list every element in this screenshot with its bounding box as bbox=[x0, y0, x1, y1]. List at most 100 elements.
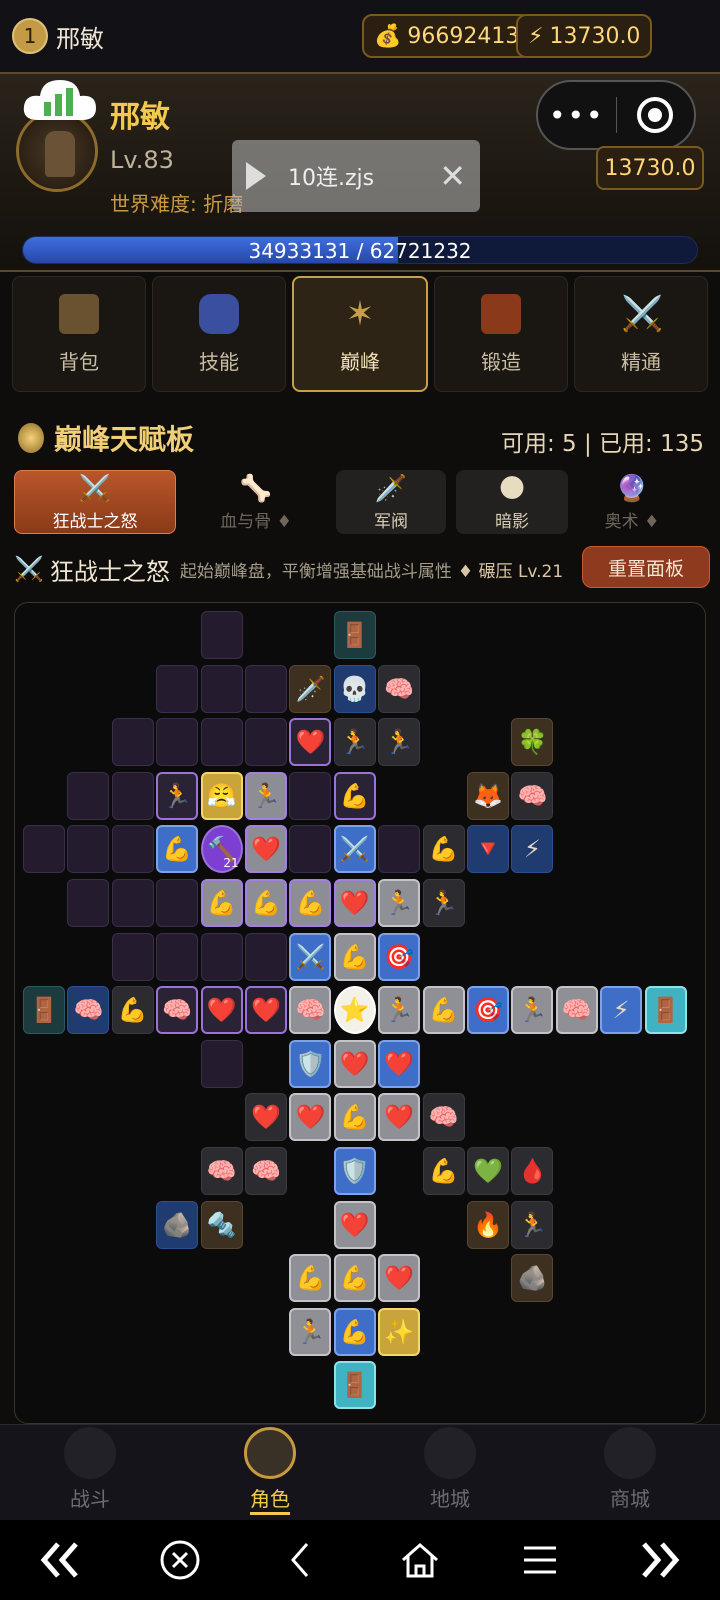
talent-node[interactable]: 🏃 bbox=[378, 986, 421, 1035]
talent-node[interactable]: 💪 bbox=[200, 879, 243, 927]
talent-node[interactable]: ❤️ bbox=[289, 718, 332, 767]
talent-node[interactable]: 🎯 bbox=[467, 986, 509, 1035]
talent-node[interactable]: 💪 bbox=[245, 879, 287, 927]
talent-node[interactable]: 🔨 21 bbox=[200, 825, 243, 874]
talent-node[interactable]: 🛡️ bbox=[333, 1147, 376, 1195]
talent-node[interactable]: 🪨 bbox=[156, 1200, 199, 1249]
talent-node[interactable]: ❤️ bbox=[289, 1093, 332, 1142]
talent-node[interactable]: ⚡ bbox=[511, 825, 554, 874]
talent-node[interactable]: 🩸 bbox=[511, 1147, 554, 1195]
empty-node[interactable] bbox=[111, 718, 154, 767]
talent-node[interactable]: 🏃 bbox=[156, 771, 199, 820]
tab-skills[interactable]: 技能 bbox=[152, 276, 286, 392]
talent-node[interactable]: 💀 bbox=[333, 664, 376, 713]
empty-node[interactable] bbox=[156, 664, 199, 713]
empty-node[interactable] bbox=[200, 664, 243, 713]
talent-node[interactable]: 🧠 bbox=[555, 986, 598, 1035]
reset-board-button[interactable]: 重置面板 bbox=[582, 546, 710, 588]
board-tab-warlord[interactable]: 🗡️ 军阀 bbox=[336, 470, 446, 534]
menu-icon[interactable] bbox=[510, 1530, 570, 1590]
more-icon[interactable]: ••• bbox=[538, 99, 616, 132]
talent-node[interactable]: 💪 bbox=[333, 771, 376, 820]
talent-node[interactable]: 💚 bbox=[467, 1147, 509, 1195]
nav-battle[interactable]: 战斗 bbox=[0, 1425, 180, 1520]
close-icon[interactable]: ✕ bbox=[439, 157, 466, 195]
talent-node[interactable]: 🚪 bbox=[644, 986, 687, 1035]
talent-node[interactable]: 🧠 bbox=[200, 1147, 243, 1195]
play-icon[interactable] bbox=[246, 162, 266, 190]
talent-node[interactable]: 💪 bbox=[289, 879, 332, 927]
empty-node[interactable] bbox=[289, 825, 332, 874]
talent-node[interactable]: 🧠 bbox=[245, 1147, 287, 1195]
board-tab-shadow[interactable]: 🌑 暗影 bbox=[456, 470, 568, 534]
talent-node[interactable]: ❤️ bbox=[333, 879, 376, 927]
talent-node[interactable]: ⭐ bbox=[333, 986, 376, 1035]
talent-node[interactable]: 🏃 bbox=[289, 1307, 332, 1356]
talent-node[interactable]: ❤️ bbox=[245, 1093, 287, 1142]
talent-node[interactable]: 💪 bbox=[333, 932, 376, 981]
talent-node[interactable]: 🏃 bbox=[333, 718, 376, 767]
empty-node[interactable] bbox=[111, 825, 154, 874]
talent-node[interactable]: 💪 bbox=[422, 986, 465, 1035]
talent-node[interactable]: ❤️ bbox=[333, 1200, 376, 1249]
empty-node[interactable] bbox=[67, 825, 110, 874]
talent-node[interactable]: 💪 bbox=[156, 825, 199, 874]
talent-node[interactable]: ❤️ bbox=[378, 1093, 421, 1142]
empty-node[interactable] bbox=[111, 771, 154, 820]
talent-node[interactable]: 🏃 bbox=[378, 879, 421, 927]
nav-shop[interactable]: 商城 bbox=[540, 1425, 720, 1520]
talent-node[interactable]: ❤️ bbox=[200, 986, 243, 1035]
talent-node[interactable]: 💪 bbox=[422, 1147, 465, 1195]
talent-node[interactable]: ✨ bbox=[378, 1307, 421, 1356]
talent-node[interactable]: ❤️ bbox=[333, 1039, 376, 1088]
talent-node[interactable]: 🔻 bbox=[467, 825, 509, 874]
talent-node[interactable]: 💪 bbox=[111, 986, 154, 1035]
close-circle-icon[interactable] bbox=[150, 1530, 210, 1590]
empty-node[interactable] bbox=[156, 718, 199, 767]
empty-node[interactable] bbox=[289, 771, 332, 820]
talent-node[interactable]: 💪 bbox=[289, 1254, 332, 1303]
talent-node[interactable]: 😤 bbox=[200, 771, 243, 820]
talent-node[interactable]: 🧠 bbox=[156, 986, 199, 1035]
talent-node[interactable]: 🔥 bbox=[467, 1200, 509, 1249]
talent-node[interactable]: 🗡️ bbox=[289, 664, 332, 713]
talent-node[interactable]: ⚡ bbox=[600, 986, 643, 1035]
talent-node[interactable]: ⚔️ bbox=[289, 932, 332, 981]
talent-node[interactable]: 🦊 bbox=[467, 771, 509, 820]
talent-node[interactable]: 🏃 bbox=[378, 718, 421, 767]
empty-node[interactable] bbox=[245, 932, 287, 981]
talent-node[interactable]: 💪 bbox=[422, 825, 465, 874]
empty-node[interactable] bbox=[200, 932, 243, 981]
talent-node[interactable]: 🎯 bbox=[378, 932, 421, 981]
home-icon[interactable] bbox=[390, 1530, 450, 1590]
talent-node[interactable]: 🧠 bbox=[511, 771, 554, 820]
level-badge[interactable]: 1 bbox=[12, 18, 48, 54]
talent-node[interactable]: ❤️ bbox=[245, 986, 287, 1035]
double-back-icon[interactable] bbox=[30, 1530, 90, 1590]
talent-node[interactable]: ❤️ bbox=[378, 1039, 421, 1088]
talent-node[interactable]: 🔩 bbox=[200, 1200, 243, 1249]
talent-node[interactable]: ❤️ bbox=[245, 825, 287, 874]
empty-node[interactable] bbox=[245, 664, 287, 713]
talent-node[interactable]: 🧠 bbox=[422, 1093, 465, 1142]
back-icon[interactable] bbox=[270, 1530, 330, 1590]
script-overlay[interactable]: 10连.zjs ✕ bbox=[232, 140, 480, 212]
talent-node[interactable]: 🪨 bbox=[511, 1254, 554, 1303]
cloud-chart-icon[interactable] bbox=[20, 72, 100, 128]
empty-node[interactable] bbox=[200, 611, 243, 659]
tab-backpack[interactable]: 背包 bbox=[12, 276, 146, 392]
talent-node[interactable]: ❤️ bbox=[378, 1254, 421, 1303]
talent-node[interactable]: 💪 bbox=[333, 1307, 376, 1356]
talent-node[interactable]: 🚪 bbox=[333, 1361, 376, 1410]
talent-node[interactable]: 🚪 bbox=[23, 986, 65, 1035]
nav-dungeon[interactable]: 地城 bbox=[360, 1425, 540, 1520]
nav-character[interactable]: 角色 bbox=[180, 1425, 360, 1520]
talent-node[interactable]: 💪 bbox=[333, 1093, 376, 1142]
talent-node[interactable]: 🚪 bbox=[333, 611, 376, 659]
talent-node[interactable]: 🧠 bbox=[289, 986, 332, 1035]
talent-node[interactable]: 🛡️ bbox=[289, 1039, 332, 1088]
board-tab-blood-bone[interactable]: 🦴 血与骨 ♦ bbox=[186, 470, 326, 534]
talent-node[interactable]: 🏃 bbox=[511, 1200, 554, 1249]
talent-node[interactable]: 🧠 bbox=[378, 664, 421, 713]
tab-mastery[interactable]: ⚔️ 精通 bbox=[574, 276, 708, 392]
